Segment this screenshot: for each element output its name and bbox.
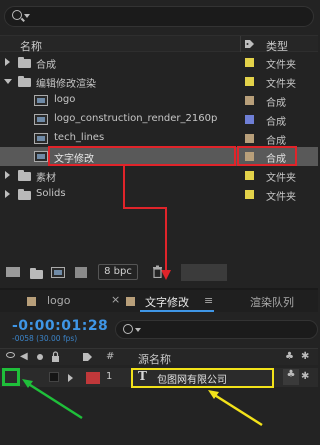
active-tab-underline (140, 310, 214, 312)
label-color-swatch[interactable] (245, 77, 254, 86)
project-item-folder[interactable]: 合成 文件夹 (0, 53, 318, 72)
thumbnail-placeholder (181, 264, 227, 281)
search-icon (123, 324, 133, 334)
layer-index: 1 (106, 371, 113, 382)
folder-icon (18, 189, 31, 200)
lock-icon[interactable] (51, 351, 60, 362)
label-color-swatch[interactable] (245, 190, 254, 199)
composition-icon (34, 114, 48, 125)
folder-icon (18, 76, 31, 87)
folder-icon (18, 57, 31, 68)
current-time-display[interactable]: -0:00:01:28 (12, 318, 108, 334)
new-composition-icon[interactable] (51, 267, 65, 278)
item-type: 文件夹 (266, 173, 296, 184)
project-settings-icon[interactable] (75, 267, 87, 278)
label-color-swatch[interactable] (245, 171, 254, 180)
chevron-down-icon[interactable] (135, 328, 141, 332)
project-item-folder[interactable]: 素材 文件夹 (0, 166, 318, 185)
item-label: 合成 (36, 60, 56, 71)
item-type: 合成 (266, 98, 286, 109)
highlight-box-yellow (131, 368, 274, 388)
label-tag-icon[interactable] (82, 352, 93, 362)
tab-render-queue[interactable]: 渲染队列 (250, 294, 294, 310)
highlight-box-green (2, 368, 20, 386)
panel-menu-icon[interactable]: ≡ (204, 294, 213, 307)
trash-icon[interactable] (152, 265, 163, 278)
tab-color-swatch (27, 297, 36, 306)
item-type: 合成 (266, 136, 286, 147)
item-type: 文件夹 (266, 192, 296, 203)
expand-arrow-icon[interactable] (5, 190, 10, 198)
timeline-search-input[interactable] (115, 320, 318, 339)
folder-icon (18, 170, 31, 181)
item-type: 文件夹 (266, 60, 296, 71)
tab-color-swatch (126, 297, 135, 306)
audio-icon[interactable]: ◀ (20, 351, 28, 362)
composition-icon (34, 133, 48, 144)
new-folder-icon[interactable] (30, 268, 43, 279)
fx-icon[interactable]: ✱ (301, 351, 309, 362)
label-tag-icon[interactable] (244, 39, 255, 49)
interpret-footage-icon[interactable] (6, 267, 20, 277)
project-item-comp[interactable]: logo 合成 (0, 91, 318, 110)
item-label: tech_lines (54, 132, 105, 143)
item-label: Solids (36, 188, 66, 199)
tab-text-edit[interactable]: 文字修改 (145, 294, 189, 310)
composition-icon (34, 151, 48, 162)
highlight-box-red (48, 146, 236, 166)
item-type: 文件夹 (266, 79, 296, 90)
frame-rate-readout: -0058 (30.00 fps) (12, 334, 78, 343)
timeline-tab-bar: logo × 文字修改 ≡ 渲染队列 (0, 290, 318, 312)
layer-video-toggle[interactable] (49, 372, 59, 382)
close-icon[interactable]: × (111, 293, 120, 306)
project-panel: 名称 类型 合成 文件夹 编辑修改渲染 文件夹 logo 合成 logo_con… (0, 0, 318, 286)
layer-column-header: ◀ # 源名称 ♣ ✱ (0, 348, 318, 367)
tab-logo[interactable]: logo (47, 294, 71, 307)
label-color-swatch[interactable] (245, 115, 254, 124)
eye-icon[interactable] (6, 352, 15, 358)
column-type[interactable]: 类型 (266, 38, 288, 54)
item-label: 素材 (36, 173, 56, 184)
label-color-swatch[interactable] (245, 134, 254, 143)
collapse-switch-icon[interactable]: ✱ (301, 371, 309, 382)
switches-icon[interactable]: ♣ (285, 351, 294, 362)
project-column-header: 名称 类型 (0, 35, 318, 54)
expand-arrow-icon[interactable] (68, 374, 73, 382)
solo-icon[interactable] (37, 354, 43, 360)
project-item-comp[interactable]: logo_construction_render_2160p 合成 (0, 110, 318, 129)
expand-arrow-icon[interactable] (5, 171, 10, 179)
project-item-folder[interactable]: Solids 文件夹 (0, 185, 318, 204)
highlight-box-red (237, 146, 297, 166)
column-source-name[interactable]: 源名称 (138, 351, 171, 367)
label-color-swatch[interactable] (245, 96, 254, 105)
project-item-folder[interactable]: 编辑修改渲染 文件夹 (0, 72, 318, 91)
composition-icon (34, 95, 48, 106)
item-label: logo_construction_render_2160p (54, 113, 218, 124)
search-icon (12, 10, 22, 20)
column-index[interactable]: # (106, 351, 114, 362)
item-label: 编辑修改渲染 (36, 79, 96, 90)
shy-switch-icon[interactable]: ♣ (283, 369, 299, 385)
layer-label-color[interactable] (86, 372, 100, 384)
expand-arrow-icon[interactable] (5, 58, 10, 66)
item-type: 合成 (266, 117, 286, 128)
item-label: logo (54, 94, 76, 105)
project-search-input[interactable] (4, 6, 314, 27)
collapse-arrow-icon[interactable] (4, 79, 12, 84)
column-divider (240, 36, 241, 52)
column-name[interactable]: 名称 (20, 38, 42, 54)
label-color-swatch[interactable] (245, 58, 254, 67)
chevron-down-icon[interactable] (24, 14, 30, 18)
bit-depth-button[interactable]: 8 bpc (98, 264, 138, 280)
